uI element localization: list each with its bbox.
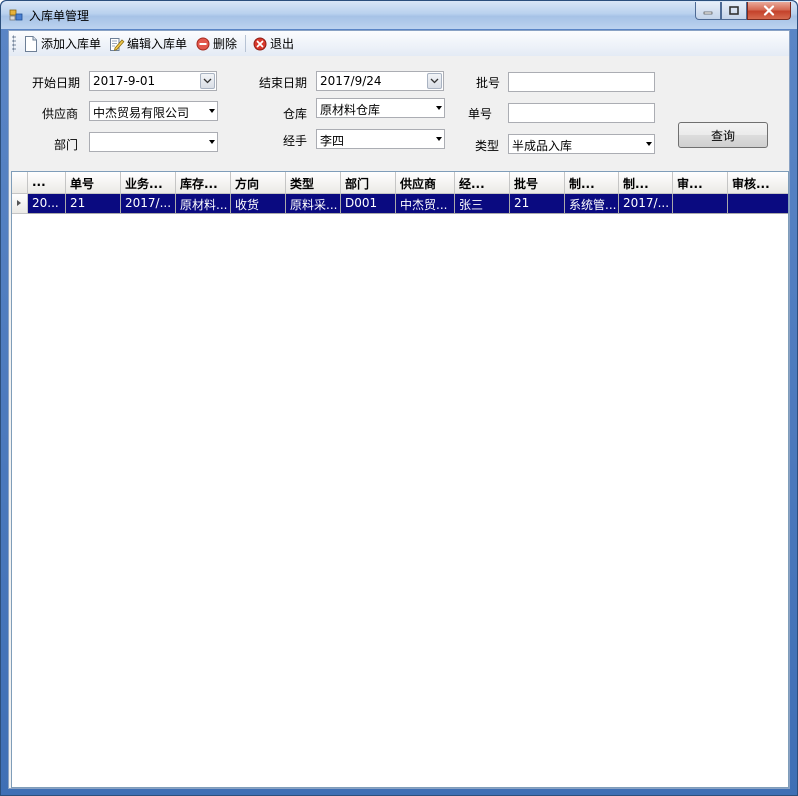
column-header[interactable]: 库存... xyxy=(176,172,231,194)
app-icon xyxy=(9,9,23,21)
client-area: 添加入库单 编辑入库单 删除 退出 开始日期 2017-9-01 结束日期 20… xyxy=(8,30,790,789)
end-date-value: 2017/9/24 xyxy=(320,74,382,88)
chevron-down-icon[interactable] xyxy=(209,140,215,144)
batch-no-label: 批号 xyxy=(476,76,501,90)
column-header[interactable]: 业务... xyxy=(121,172,176,194)
end-date-picker[interactable]: 2017/9/24 xyxy=(316,71,444,91)
supplier-label: 供应商 xyxy=(42,107,79,121)
add-inbound-label: 添加入库单 xyxy=(41,37,102,51)
table-cell[interactable] xyxy=(728,194,788,214)
batch-no-input[interactable] xyxy=(508,72,655,92)
warehouse-value: 原材料仓库 xyxy=(320,103,381,117)
close-button[interactable] xyxy=(747,2,791,20)
table-cell[interactable]: D001 xyxy=(341,194,396,214)
type-label: 类型 xyxy=(475,139,500,153)
filter-panel: 开始日期 2017-9-01 结束日期 2017/9/24 批号 供应商 中杰贸… xyxy=(9,56,789,171)
title-bar[interactable]: 入库单管理 xyxy=(1,1,797,29)
department-combobox[interactable] xyxy=(89,132,218,152)
column-header[interactable]: 批号 xyxy=(510,172,565,194)
column-header[interactable]: 审... xyxy=(673,172,728,194)
window-frame: 入库单管理 添加入库单 编辑入库单 删除 退出 开始日期 2017-9-01 结… xyxy=(0,0,798,796)
caption-buttons xyxy=(695,2,791,20)
edit-inbound-button[interactable]: 编辑入库单 xyxy=(106,33,190,55)
grid-header: ... 单号 业务... 库存... 方向 类型 部门 供应商 经... 批号 … xyxy=(12,172,788,194)
new-document-icon xyxy=(23,35,39,52)
minimize-icon xyxy=(703,11,713,14)
maximize-icon xyxy=(729,6,739,15)
table-cell[interactable]: 2017/... xyxy=(619,194,673,214)
edit-inbound-label: 编辑入库单 xyxy=(127,37,188,51)
exit-button[interactable]: 退出 xyxy=(249,33,297,55)
maximize-button[interactable] xyxy=(721,2,747,20)
order-no-label: 单号 xyxy=(468,107,493,121)
table-cell[interactable]: 张三 xyxy=(455,194,510,214)
calendar-dropdown-icon[interactable] xyxy=(200,73,215,89)
type-combobox[interactable]: 半成品入库 xyxy=(508,134,655,154)
close-icon xyxy=(763,5,775,16)
order-no-input[interactable] xyxy=(508,103,655,123)
delete-button[interactable]: 删除 xyxy=(192,33,240,55)
toolbar-grip[interactable] xyxy=(12,35,16,52)
column-header[interactable]: 单号 xyxy=(66,172,121,194)
column-header[interactable]: 部门 xyxy=(341,172,396,194)
handler-combobox[interactable]: 李四 xyxy=(316,129,445,149)
delete-label: 删除 xyxy=(213,37,238,51)
current-row-arrow-icon xyxy=(17,200,21,206)
table-cell[interactable]: 原材料... xyxy=(176,194,231,214)
row-header-corner xyxy=(12,172,28,194)
chevron-down-icon[interactable] xyxy=(436,137,442,141)
row-header[interactable] xyxy=(12,194,28,214)
toolbar: 添加入库单 编辑入库单 删除 退出 xyxy=(9,31,789,56)
column-header[interactable]: 制... xyxy=(619,172,673,194)
start-date-label: 开始日期 xyxy=(32,76,81,90)
supplier-value: 中杰贸易有限公司 xyxy=(93,106,190,120)
table-row[interactable]: 20... 21 2017/... 原材料... 收货 原料采... D001 … xyxy=(12,194,788,214)
warehouse-combobox[interactable]: 原材料仓库 xyxy=(316,98,445,118)
minimize-button[interactable] xyxy=(695,2,721,20)
column-header[interactable]: 审核... xyxy=(728,172,788,194)
edit-icon xyxy=(109,36,125,52)
query-button[interactable]: 查询 xyxy=(678,122,768,148)
column-header[interactable]: ... xyxy=(28,172,66,194)
column-header[interactable]: 经... xyxy=(455,172,510,194)
table-cell[interactable]: 系统管... xyxy=(565,194,619,214)
end-date-label: 结束日期 xyxy=(259,76,308,90)
column-header[interactable]: 方向 xyxy=(231,172,286,194)
table-cell[interactable]: 收货 xyxy=(231,194,286,214)
column-header[interactable]: 类型 xyxy=(286,172,341,194)
exit-icon xyxy=(252,36,268,52)
add-inbound-button[interactable]: 添加入库单 xyxy=(20,33,104,55)
table-cell[interactable] xyxy=(673,194,728,214)
handler-label: 经手 xyxy=(283,134,308,148)
handler-value: 李四 xyxy=(320,134,345,148)
column-header[interactable]: 制... xyxy=(565,172,619,194)
delete-icon xyxy=(195,36,211,52)
inbound-grid[interactable]: ... 单号 业务... 库存... 方向 类型 部门 供应商 经... 批号 … xyxy=(11,171,789,788)
chevron-down-icon[interactable] xyxy=(646,142,652,146)
toolbar-separator xyxy=(245,35,247,52)
table-cell[interactable]: 原料采... xyxy=(286,194,341,214)
start-date-value: 2017-9-01 xyxy=(93,74,156,88)
supplier-combobox[interactable]: 中杰贸易有限公司 xyxy=(89,101,218,121)
table-cell[interactable]: 21 xyxy=(510,194,565,214)
table-cell[interactable]: 20... xyxy=(28,194,66,214)
table-cell[interactable]: 2017/... xyxy=(121,194,176,214)
chevron-down-icon[interactable] xyxy=(209,109,215,113)
table-cell[interactable]: 中杰贸... xyxy=(396,194,455,214)
exit-label: 退出 xyxy=(270,37,295,51)
department-label: 部门 xyxy=(54,138,79,152)
calendar-dropdown-icon[interactable] xyxy=(427,73,442,89)
table-cell[interactable]: 21 xyxy=(66,194,121,214)
window-title: 入库单管理 xyxy=(29,9,90,23)
type-value: 半成品入库 xyxy=(512,139,573,153)
warehouse-label: 仓库 xyxy=(283,107,308,121)
column-header[interactable]: 供应商 xyxy=(396,172,455,194)
start-date-picker[interactable]: 2017-9-01 xyxy=(89,71,217,91)
chevron-down-icon[interactable] xyxy=(436,106,442,110)
